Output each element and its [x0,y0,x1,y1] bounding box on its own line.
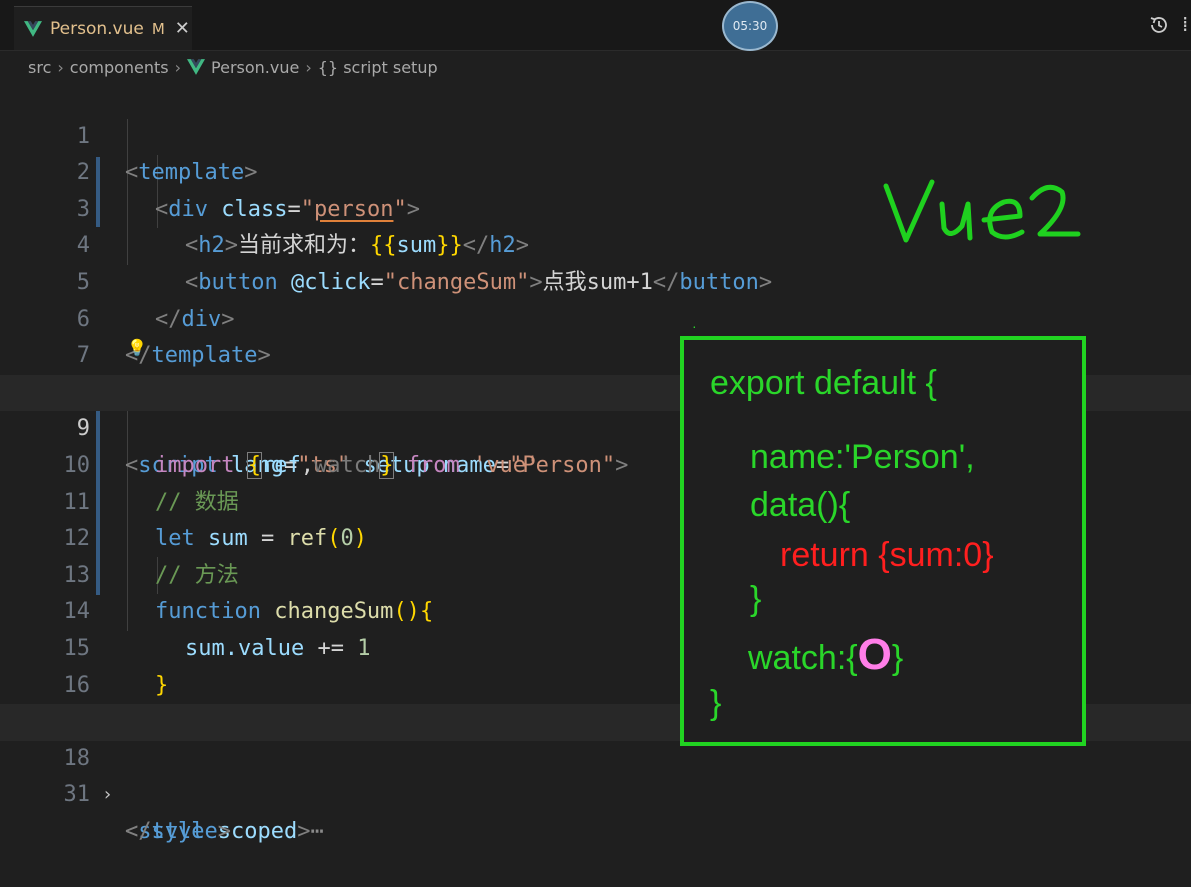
annotation-line: } [750,580,762,618]
tab-bar: Person.vue M ✕ 05:30 ⁞ [0,0,1191,51]
code-line[interactable]: 31 </style> [0,741,1191,844]
recording-timer: 05:30 [722,1,778,51]
vue-icon [187,59,206,75]
vue2-options-api-annotation: · export default { name:'Person', data()… [680,318,1086,746]
code-line[interactable]: 7 [0,302,1191,368]
annotation-line: watch:{O} [748,630,904,679]
chevron-right-icon: › [57,57,64,77]
folded-ellipsis[interactable]: ⋯ [310,819,323,844]
breadcrumb: src › components › Person.vue › {} scrip… [28,54,438,80]
breadcrumb-components[interactable]: components [70,58,169,77]
annotation-line: name:'Person', [750,438,975,476]
tab-person-vue[interactable]: Person.vue M ✕ [14,6,192,50]
chevron-right-icon: › [305,57,312,77]
modified-indicator: M [151,19,165,38]
annotation-line: } [710,684,722,722]
code-line[interactable]: 6 </template> [0,265,1191,369]
pink-circle-mark: O [857,630,892,679]
breadcrumb-src[interactable]: src [28,58,51,77]
history-icon[interactable] [1148,14,1170,36]
tab-filename: Person.vue [50,18,144,39]
lightbulb-icon[interactable]: 💡 [127,330,147,367]
code-line[interactable]: 2 <div class="person"> [0,119,1191,222]
breadcrumb-file[interactable]: Person.vue [211,58,299,77]
annotation-line: return {sum:0} [780,536,994,574]
code-line[interactable]: 1 <template> [0,82,1191,186]
vue-icon [24,20,42,37]
handwritten-vue2-annotation [883,179,1081,243]
overflow-edge: ⁞ [1182,12,1189,36]
close-icon[interactable]: ✕ [175,18,190,39]
annotation-line: export default { [710,364,937,402]
breadcrumb-symbol[interactable]: {} script setup [318,58,438,77]
annotation-line: data(){ [750,486,851,524]
chevron-right-icon: › [174,57,182,77]
